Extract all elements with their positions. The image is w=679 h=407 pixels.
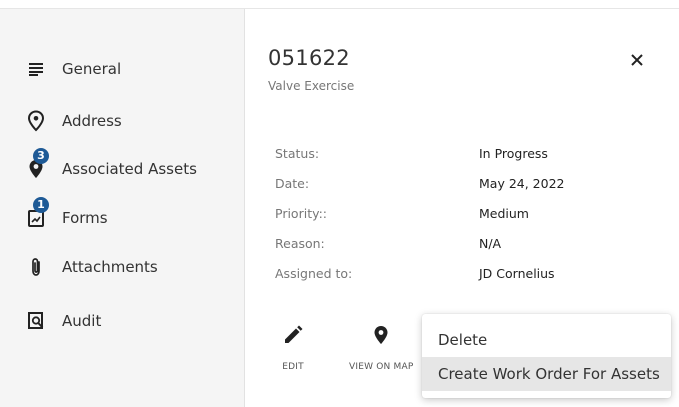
- page-subtitle: Valve Exercise: [268, 79, 355, 93]
- date-label: Date:: [275, 176, 310, 191]
- more-actions-menu: Delete Create Work Order For Assets: [422, 314, 671, 398]
- sidebar-item-general[interactable]: General: [26, 55, 121, 83]
- page-title: 051622: [268, 46, 350, 70]
- detail-row-status: Status: In Progress: [275, 146, 655, 166]
- list-icon: [26, 57, 46, 81]
- edit-button[interactable]: EDIT: [282, 324, 304, 372]
- sidebar-item-label: General: [62, 60, 122, 78]
- paperclip-icon: [26, 255, 46, 279]
- audit-icon: [26, 309, 46, 333]
- sidebar-item-attachments[interactable]: Attachments: [26, 253, 158, 281]
- associated-assets-count-badge: 3: [33, 148, 49, 164]
- priority-label: Priority::: [275, 206, 328, 221]
- sidebar-item-associated-assets[interactable]: 3 Associated Assets: [26, 148, 197, 183]
- reason-label: Reason:: [275, 236, 325, 251]
- sidebar-item-address[interactable]: Address: [26, 107, 122, 135]
- detail-row-priority: Priority:: Medium: [275, 206, 655, 226]
- sidebar-item-label: Associated Assets: [62, 160, 197, 178]
- detail-row-date: Date: May 24, 2022: [275, 176, 655, 196]
- forms-count-badge: 1: [33, 197, 49, 213]
- menu-item-create-work-order-for-assets[interactable]: Create Work Order For Assets: [422, 357, 671, 391]
- map-pin-icon: [373, 324, 389, 350]
- detail-row-assigned-to: Assigned to: JD Cornelius: [275, 266, 655, 286]
- sidebar-item-label: Address: [62, 112, 122, 130]
- date-value: May 24, 2022: [479, 176, 565, 191]
- assigned-to-value: JD Cornelius: [479, 266, 555, 281]
- status-label: Status:: [275, 146, 320, 161]
- pencil-icon: [282, 324, 304, 350]
- status-value: In Progress: [479, 146, 548, 161]
- form-icon: 1: [26, 197, 49, 230]
- reason-value: N/A: [479, 236, 502, 251]
- sidebar-item-audit[interactable]: Audit: [26, 307, 101, 335]
- menu-item-delete[interactable]: Delete: [422, 323, 671, 357]
- view-on-map-label: VIEW ON MAP: [349, 362, 414, 372]
- close-icon[interactable]: [630, 50, 644, 72]
- location-icon: [26, 109, 46, 133]
- priority-value: Medium: [479, 206, 529, 221]
- map-pin-icon: 3: [26, 148, 49, 181]
- sidebar-item-forms[interactable]: 1 Forms: [26, 197, 108, 232]
- detail-row-reason: Reason: N/A: [275, 236, 655, 256]
- sidebar-item-label: Audit: [62, 312, 102, 330]
- view-on-map-button[interactable]: VIEW ON MAP: [349, 324, 413, 372]
- edit-label: EDIT: [282, 362, 304, 372]
- assigned-to-label: Assigned to:: [275, 266, 353, 281]
- sidebar-item-label: Forms: [62, 209, 108, 227]
- sidebar-item-label: Attachments: [62, 258, 158, 276]
